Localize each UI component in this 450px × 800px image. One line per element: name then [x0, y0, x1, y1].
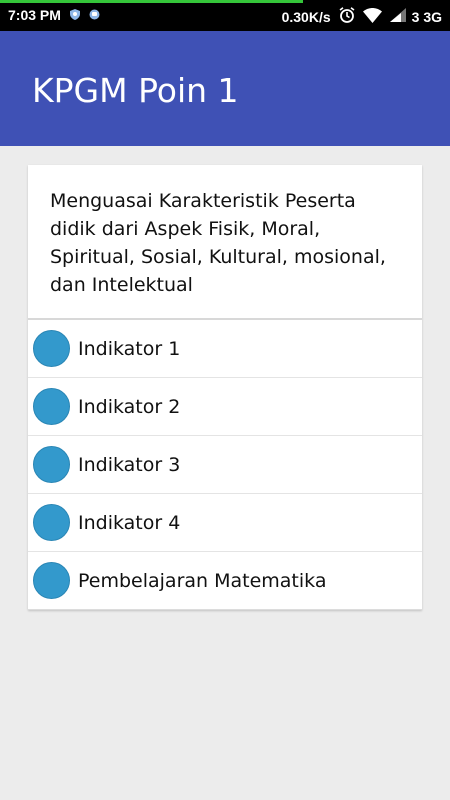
- circle-icon: [33, 504, 70, 541]
- status-bar: 7:03 PM 0.30K/s 3 3G: [0, 0, 450, 31]
- wifi-icon: [362, 7, 382, 26]
- signal-icon: [389, 8, 406, 25]
- status-left: 7:03 PM: [8, 7, 100, 23]
- list-item-label: Pembelajaran Matematika: [78, 569, 327, 592]
- app-bar: KPGM Poin 1: [0, 31, 450, 146]
- list-item-label: Indikator 1: [78, 337, 181, 360]
- alarm-clock-icon: [339, 7, 355, 26]
- list-item-indikator-4[interactable]: Indikator 4: [28, 494, 422, 552]
- list-item-label: Indikator 3: [78, 453, 181, 476]
- list-item-indikator-1[interactable]: Indikator 1: [28, 320, 422, 378]
- circle-icon: [33, 562, 70, 599]
- circle-icon: [33, 388, 70, 425]
- list-item-label: Indikator 4: [78, 511, 181, 534]
- circle-icon: [33, 446, 70, 483]
- page-title: KPGM Poin 1: [32, 71, 239, 110]
- card-description: Menguasai Karakteristik Peserta didik da…: [28, 165, 422, 320]
- notification-icon: [89, 7, 100, 23]
- status-time: 7:03 PM: [8, 7, 61, 23]
- status-right: 0.30K/s 3 3G: [282, 7, 442, 26]
- shield-icon: [69, 7, 80, 23]
- circle-icon: [33, 330, 70, 367]
- content-card: Menguasai Karakteristik Peserta didik da…: [28, 165, 422, 610]
- list-item-indikator-3[interactable]: Indikator 3: [28, 436, 422, 494]
- network-type: 3 3G: [411, 8, 442, 25]
- list-item-indikator-2[interactable]: Indikator 2: [28, 378, 422, 436]
- status-progress-bar: [0, 0, 303, 3]
- network-speed: 0.30K/s: [281, 8, 331, 25]
- list-item-label: Indikator 2: [78, 395, 181, 418]
- list-item-pembelajaran-matematika[interactable]: Pembelajaran Matematika: [28, 552, 422, 610]
